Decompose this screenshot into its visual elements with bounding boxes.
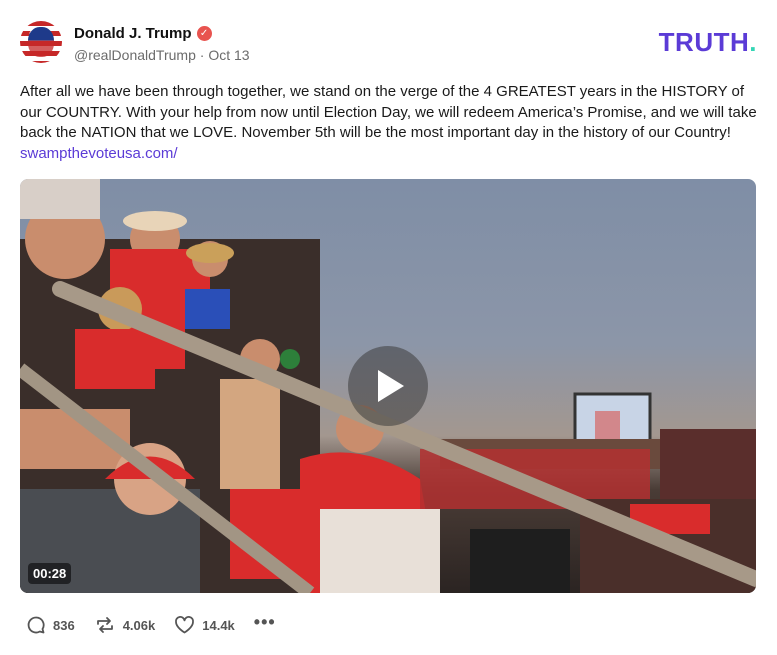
more-options-icon[interactable]: •••: [254, 613, 276, 631]
video-player[interactable]: 00:28: [20, 179, 756, 593]
author-handle[interactable]: @realDonaldTrump: [74, 47, 196, 63]
retruth-count: 4.06k: [122, 617, 156, 633]
post-date[interactable]: Oct 13: [208, 47, 249, 63]
video-duration: 00:28: [28, 563, 72, 584]
reply-icon: [27, 616, 45, 634]
play-icon: [378, 370, 404, 402]
post-link[interactable]: swampthevoteusa.com/: [20, 145, 178, 162]
avatar[interactable]: [20, 21, 62, 63]
play-button[interactable]: [348, 346, 428, 426]
post-body: After all we have been through together,…: [20, 82, 760, 164]
like-count: 14.4k: [202, 617, 235, 633]
author-name-row: Donald J. Trump ✓: [74, 23, 250, 43]
post-header: Donald J. Trump ✓ @realDonaldTrump · Oct…: [20, 21, 757, 65]
post-body-text: After all we have been through together,…: [20, 83, 757, 141]
avatar-portrait: [28, 27, 54, 57]
logo-dot: .: [749, 27, 757, 57]
retruth-button[interactable]: 4.06k: [94, 615, 156, 635]
heart-icon: [175, 616, 195, 634]
verified-badge-icon: ✓: [196, 25, 212, 41]
logo-text: TRUTH: [658, 27, 750, 57]
truth-social-logo[interactable]: TRUTH.: [659, 27, 757, 58]
author-meta: @realDonaldTrump · Oct 13: [74, 47, 250, 63]
reply-button[interactable]: 836: [26, 615, 75, 635]
meta-separator: ·: [199, 47, 205, 63]
retruth-icon: [96, 617, 113, 633]
author-block: Donald J. Trump ✓ @realDonaldTrump · Oct…: [74, 23, 250, 64]
author-display-name[interactable]: Donald J. Trump: [74, 25, 192, 42]
post-actions: 836 4.06k 14.4k •••: [26, 613, 276, 637]
like-button[interactable]: 14.4k: [174, 615, 235, 635]
reply-count: 836: [53, 617, 75, 633]
